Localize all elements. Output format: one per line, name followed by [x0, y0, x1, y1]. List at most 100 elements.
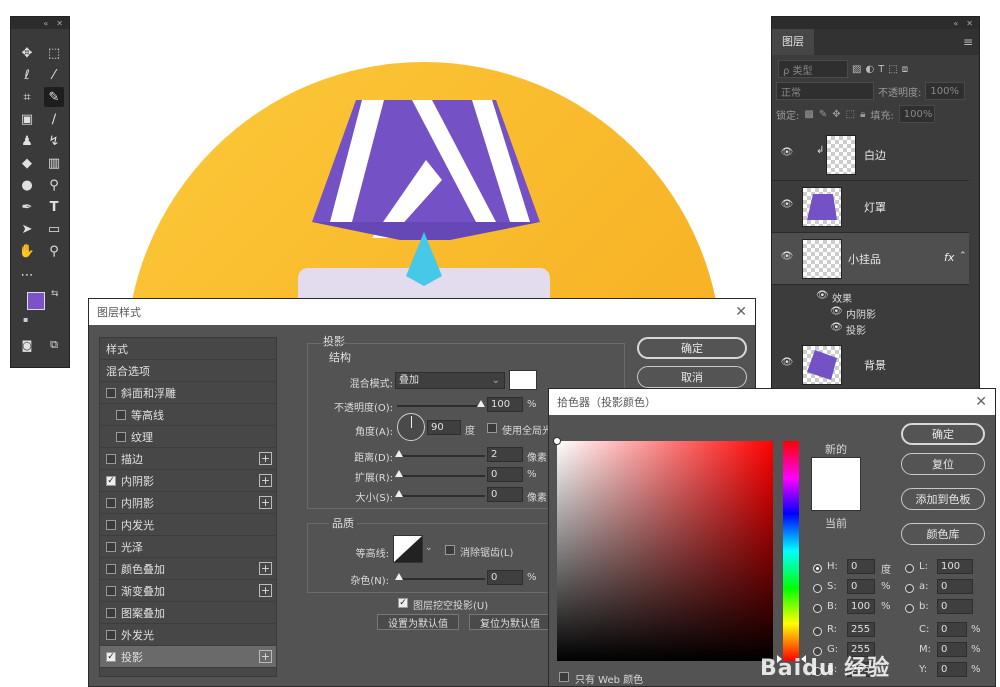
- cancel-button[interactable]: 取消: [637, 366, 747, 388]
- distance-slider[interactable]: [397, 455, 485, 457]
- size-input[interactable]: 0: [487, 487, 523, 502]
- style-item[interactable]: 内发光: [100, 514, 276, 536]
- patch-icon[interactable]: ▣: [17, 109, 37, 129]
- noise-slider-knob[interactable]: [395, 573, 403, 580]
- filter-smart-icon[interactable]: ⧈: [902, 64, 908, 75]
- b-input[interactable]: 100: [847, 599, 875, 614]
- stamp-icon[interactable]: ♟: [17, 131, 37, 151]
- history-brush-icon[interactable]: ↯: [44, 131, 64, 151]
- visibility-eye-icon[interactable]: 👁︎: [780, 357, 794, 371]
- brush-icon[interactable]: ∕: [44, 109, 64, 129]
- style-item[interactable]: ✓ 内阴影 +: [100, 470, 276, 492]
- lock-artboard-icon[interactable]: ⬚: [846, 109, 855, 120]
- blend-options-item[interactable]: 混合选项: [100, 360, 276, 382]
- filter-type-icon[interactable]: T: [878, 64, 884, 75]
- size-slider[interactable]: [397, 495, 485, 497]
- noise-slider[interactable]: [397, 578, 485, 580]
- foreground-color-swatch[interactable]: [27, 292, 45, 310]
- effect-eye-icon[interactable]: 👁︎: [830, 322, 843, 333]
- layer-row[interactable]: 👁︎ 灯罩: [772, 181, 969, 233]
- lasso-icon[interactable]: ℓ: [17, 65, 37, 85]
- layer-name[interactable]: 灯罩: [864, 199, 886, 215]
- close-icon[interactable]: ✕: [966, 19, 973, 28]
- layer-row-selected[interactable]: 👁︎ 小挂品 fx ⌃: [772, 233, 969, 285]
- knockout-checkbox[interactable]: ✓: [398, 598, 408, 608]
- effect-item[interactable]: 👁︎ 投影: [772, 321, 969, 337]
- rectangle-icon[interactable]: ▭: [44, 219, 64, 239]
- distance-slider-knob[interactable]: [395, 450, 403, 457]
- lab-b-radio[interactable]: [905, 604, 914, 613]
- l-input[interactable]: 100: [937, 559, 973, 574]
- type-icon[interactable]: T: [44, 197, 64, 217]
- quick-mask-icon[interactable]: ◙: [17, 335, 37, 355]
- style-checkbox[interactable]: [106, 541, 116, 552]
- style-checkbox[interactable]: [106, 519, 116, 530]
- panel-menu-icon[interactable]: ≡: [963, 35, 973, 49]
- style-item[interactable]: 图案叠加: [100, 602, 276, 624]
- close-icon[interactable]: ✕: [735, 304, 747, 320]
- reset-button[interactable]: 复位: [901, 453, 985, 475]
- hue-slider[interactable]: [783, 441, 799, 661]
- gradient-icon[interactable]: ▥: [44, 153, 64, 173]
- angle-dial[interactable]: [397, 413, 425, 441]
- style-item[interactable]: 外发光: [100, 624, 276, 646]
- style-checkbox[interactable]: [106, 607, 116, 618]
- style-item[interactable]: 内阴影 +: [100, 492, 276, 514]
- angle-input[interactable]: 90: [427, 420, 461, 435]
- color-cursor[interactable]: [553, 437, 561, 445]
- fx-badge[interactable]: fx: [944, 251, 954, 264]
- effect-eye-icon[interactable]: 👁︎: [816, 290, 829, 301]
- tab-layers[interactable]: 图层: [772, 29, 814, 55]
- ok-button[interactable]: 确定: [637, 337, 747, 359]
- effect-item[interactable]: 👁︎ 内阴影: [772, 305, 969, 321]
- chevron-up-icon[interactable]: ⌃: [959, 251, 967, 261]
- layer-name[interactable]: 背景: [864, 357, 886, 373]
- style-checkbox[interactable]: [106, 453, 116, 464]
- style-checkbox[interactable]: [106, 497, 116, 508]
- add-effect-icon[interactable]: +: [259, 496, 272, 509]
- add-effect-icon[interactable]: +: [259, 584, 272, 597]
- web-colors-checkbox[interactable]: [559, 672, 569, 682]
- filter-adjust-icon[interactable]: ◐: [865, 64, 874, 75]
- h-input[interactable]: 0: [847, 559, 875, 574]
- style-checkbox[interactable]: [106, 563, 116, 574]
- s-input[interactable]: 0: [847, 579, 875, 594]
- style-item[interactable]: 颜色叠加 +: [100, 558, 276, 580]
- screen-mode-icon[interactable]: ⧉: [44, 335, 64, 355]
- spread-slider-knob[interactable]: [395, 470, 403, 477]
- blend-mode-select[interactable]: 叠加 ⌄: [395, 372, 505, 389]
- more-icon[interactable]: ⋯: [17, 265, 37, 285]
- distance-input[interactable]: 2: [487, 447, 523, 462]
- marquee-icon[interactable]: ⬚: [44, 43, 64, 63]
- color-libraries-button[interactable]: 颜色库: [901, 523, 985, 545]
- global-light-checkbox[interactable]: [487, 423, 497, 433]
- filter-pixel-icon[interactable]: ▨: [852, 64, 861, 75]
- shadow-color-swatch[interactable]: [509, 370, 537, 390]
- add-effect-icon[interactable]: +: [259, 562, 272, 575]
- a-input[interactable]: 0: [937, 579, 973, 594]
- eyedropper-icon[interactable]: ✎: [44, 87, 64, 107]
- dodge-icon[interactable]: ⚲: [44, 175, 64, 195]
- size-slider-knob[interactable]: [395, 490, 403, 497]
- collapse-icon[interactable]: «: [953, 19, 958, 28]
- style-checkbox[interactable]: [106, 387, 116, 398]
- lock-move-icon[interactable]: ✥: [832, 109, 840, 120]
- add-effect-icon[interactable]: +: [259, 474, 272, 487]
- eraser-icon[interactable]: ◆: [17, 153, 37, 173]
- style-item[interactable]: 纹理: [100, 426, 276, 448]
- l-radio[interactable]: [905, 564, 914, 573]
- lab-b-input[interactable]: 0: [937, 599, 973, 614]
- r-radio[interactable]: [813, 627, 822, 636]
- b-radio[interactable]: [813, 604, 822, 613]
- opacity-input[interactable]: 100%: [925, 82, 966, 100]
- blend-mode-select[interactable]: 正常: [776, 82, 874, 100]
- h-radio[interactable]: [813, 564, 822, 573]
- zoom-icon[interactable]: ⚲: [44, 241, 64, 261]
- spread-input[interactable]: 0: [487, 467, 523, 482]
- add-effect-icon[interactable]: +: [259, 650, 272, 663]
- set-default-button[interactable]: 设置为默认值: [377, 614, 459, 630]
- lock-transparent-icon[interactable]: ▩: [804, 109, 813, 120]
- visibility-eye-icon[interactable]: 👁︎: [780, 199, 794, 213]
- a-radio[interactable]: [905, 584, 914, 593]
- style-checkbox[interactable]: [106, 585, 116, 596]
